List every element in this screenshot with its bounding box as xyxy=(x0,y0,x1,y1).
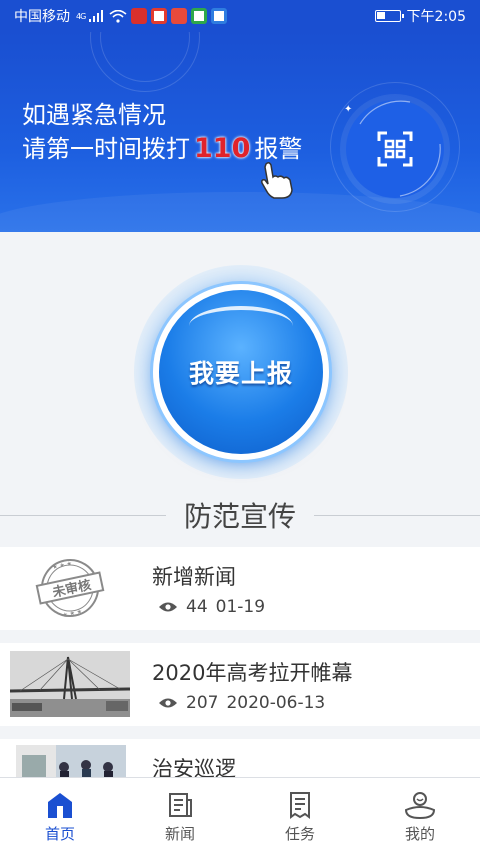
emergency-number[interactable]: 110 xyxy=(194,133,250,164)
section-title: 防范宣传 xyxy=(184,500,297,533)
bridge-photo xyxy=(9,651,131,717)
bottom-nav: 首页 新闻 任务 我的 xyxy=(0,777,480,853)
patrol-photo xyxy=(16,745,126,779)
status-icons: 4G xyxy=(76,8,228,24)
nav-profile[interactable]: 我的 xyxy=(360,778,480,853)
app-notification-icon xyxy=(191,8,208,24)
battery-icon xyxy=(374,10,404,22)
banner-line-2-suffix: 报警 xyxy=(254,135,303,163)
clock: 下午2:05 xyxy=(406,9,466,25)
news-date: 2020-06-13 xyxy=(226,693,326,713)
pointing-hand-icon xyxy=(261,161,293,199)
task-icon xyxy=(290,792,310,819)
svg-text:✦: ✦ xyxy=(344,104,352,115)
wifi-icon xyxy=(109,9,127,23)
app-notification-icon xyxy=(171,8,188,24)
nav-home[interactable]: 首页 xyxy=(0,778,120,853)
signal-icon xyxy=(89,10,104,22)
report-button-label: 我要上报 xyxy=(188,359,293,388)
emergency-banner: 如遇紧急情况 请第一时间拨打 110 报警 ✦ xyxy=(0,32,480,232)
news-item[interactable]: 治安巡逻 xyxy=(0,739,480,781)
carrier-name: 中国移动 xyxy=(14,9,70,25)
svg-text:★ ★ ★: ★ ★ ★ xyxy=(52,560,73,571)
banner-line-2-prefix: 请第一时间拨打 xyxy=(22,135,190,163)
divider-left xyxy=(0,514,166,516)
status-right: 下午2:05 xyxy=(374,6,466,26)
nav-label: 我的 xyxy=(404,825,435,843)
profile-icon xyxy=(404,792,436,820)
view-count: 44 xyxy=(186,597,208,617)
news-icon xyxy=(169,793,192,817)
report-button[interactable]: 我要上报 xyxy=(153,284,329,460)
divider-right xyxy=(314,514,480,516)
view-count: 207 xyxy=(186,693,219,713)
app-notification-icon xyxy=(211,8,228,24)
news-date: 01-19 xyxy=(215,597,266,617)
section-header: 防范宣传 xyxy=(0,495,480,535)
nav-news[interactable]: 新闻 xyxy=(120,778,240,853)
news-item[interactable]: 2020年高考拉开帷幕 207 2020-06-13 xyxy=(0,643,480,726)
news-item[interactable]: ★ ★ ★ ★ ★ ★ 未审核 新增新闻 44 01-19 xyxy=(0,547,480,630)
scan-ring-decoration: ✦ xyxy=(344,100,441,197)
banner-line-1: 如遇紧急情况 xyxy=(22,101,166,129)
status-bar: 中国移动 4G 下午2:05 xyxy=(0,0,480,32)
news-title: 2020年高考拉开帷幕 xyxy=(152,661,353,685)
eye-icon xyxy=(159,602,177,612)
news-meta: 44 01-19 xyxy=(158,597,265,617)
app-notification-icon xyxy=(131,8,148,24)
app-notification-icon xyxy=(151,8,168,24)
news-title: 新增新闻 xyxy=(152,565,236,589)
nav-label: 任务 xyxy=(284,825,315,843)
home-icon xyxy=(48,793,72,818)
unreviewed-stamp: ★ ★ ★ ★ ★ ★ 未审核 xyxy=(10,555,130,621)
news-meta: 207 2020-06-13 xyxy=(158,693,325,713)
nav-label: 首页 xyxy=(44,825,75,843)
banner-message: 如遇紧急情况 请第一时间拨打 110 报警 xyxy=(22,98,302,166)
svg-text:★ ★ ★: ★ ★ ★ xyxy=(62,608,83,619)
nav-label: 新闻 xyxy=(164,825,195,843)
scan-button[interactable]: ✦ xyxy=(344,100,444,198)
button-highlight-arc xyxy=(189,306,293,346)
network-type: 4G xyxy=(76,11,86,21)
eye-icon xyxy=(159,698,177,708)
nav-task[interactable]: 任务 xyxy=(240,778,360,853)
